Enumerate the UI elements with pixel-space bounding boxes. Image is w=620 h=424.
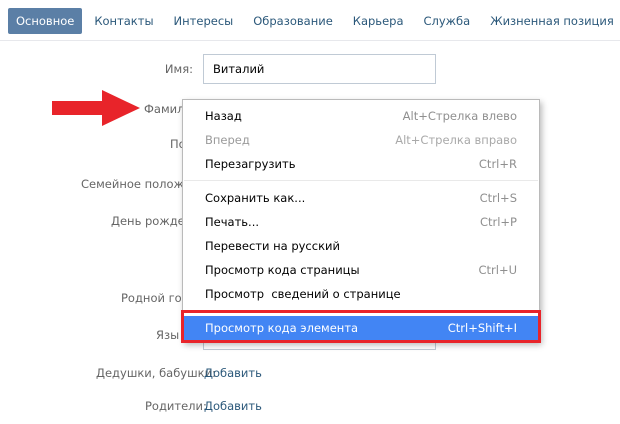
menu-item-forward: Вперед Alt+Стрелка вправо (183, 128, 539, 152)
highlight-frame (181, 310, 541, 343)
tab-education[interactable]: Образование (245, 8, 341, 34)
menu-item-label: Просмотр сведений о странице (205, 287, 401, 301)
menu-item-label: Сохранить как... (205, 191, 306, 205)
menu-item-translate[interactable]: Перевести на русский (183, 234, 539, 258)
add-parents-link[interactable]: Добавить (204, 399, 262, 413)
tab-interests[interactable]: Интересы (166, 8, 242, 34)
menu-item-view-source[interactable]: Просмотр кода страницы Ctrl+U (183, 258, 539, 282)
menu-item-shortcut: Ctrl+R (478, 157, 517, 171)
arrow-right-icon (52, 90, 140, 126)
context-menu: Назад Alt+Стрелка влево Вперед Alt+Стрел… (182, 99, 540, 342)
menu-item-reload[interactable]: Перезагрузить Ctrl+R (183, 152, 539, 176)
tab-life-position[interactable]: Жизненная позиция (482, 8, 620, 34)
menu-item-shortcut: Ctrl+U (478, 263, 517, 277)
menu-item-label: Перезагрузить (205, 157, 296, 171)
name-label: Имя: (164, 62, 193, 76)
menu-item-shortcut: Ctrl+S (479, 191, 517, 205)
form-row-parents: Родители: Добавить (0, 391, 620, 421)
tab-career[interactable]: Карьера (345, 8, 412, 34)
tabs-divider (0, 40, 620, 41)
menu-item-print[interactable]: Печать... Ctrl+P (183, 210, 539, 234)
menu-item-back[interactable]: Назад Alt+Стрелка влево (183, 104, 539, 128)
menu-item-label: Назад (205, 109, 242, 123)
tab-main[interactable]: Основное (8, 8, 83, 34)
menu-item-page-info[interactable]: Просмотр сведений о странице (183, 282, 539, 306)
marital-status-label: Семейное положен (81, 177, 199, 191)
languages-label: Язы (156, 328, 180, 342)
menu-item-label: Просмотр кода страницы (205, 263, 360, 277)
profile-tabs: Основное Контакты Интересы Образование К… (8, 8, 620, 34)
add-grandparents-link[interactable]: Добавить (204, 366, 262, 380)
menu-item-save-as[interactable]: Сохранить как... Ctrl+S (183, 186, 539, 210)
form-row-name: Имя: Виталий (0, 54, 620, 84)
menu-item-label: Печать... (205, 215, 260, 229)
tab-contacts[interactable]: Контакты (86, 8, 161, 34)
menu-item-shortcut: Ctrl+P (479, 215, 517, 229)
birthday-label: День рожден (111, 214, 193, 228)
menu-item-label: Вперед (205, 133, 250, 147)
menu-item-shortcut: Alt+Стрелка влево (402, 109, 517, 123)
menu-item-shortcut: Alt+Стрелка вправо (395, 133, 517, 147)
menu-separator (184, 180, 538, 181)
menu-item-label: Перевести на русский (205, 239, 340, 253)
form-row-grandparents: Дедушки, бабушки: Добавить (0, 358, 620, 388)
name-field[interactable]: Виталий (203, 54, 436, 84)
grandparents-label: Дедушки, бабушки: (96, 366, 216, 380)
parents-label: Родители: (145, 399, 207, 413)
tab-service[interactable]: Служба (416, 8, 479, 34)
